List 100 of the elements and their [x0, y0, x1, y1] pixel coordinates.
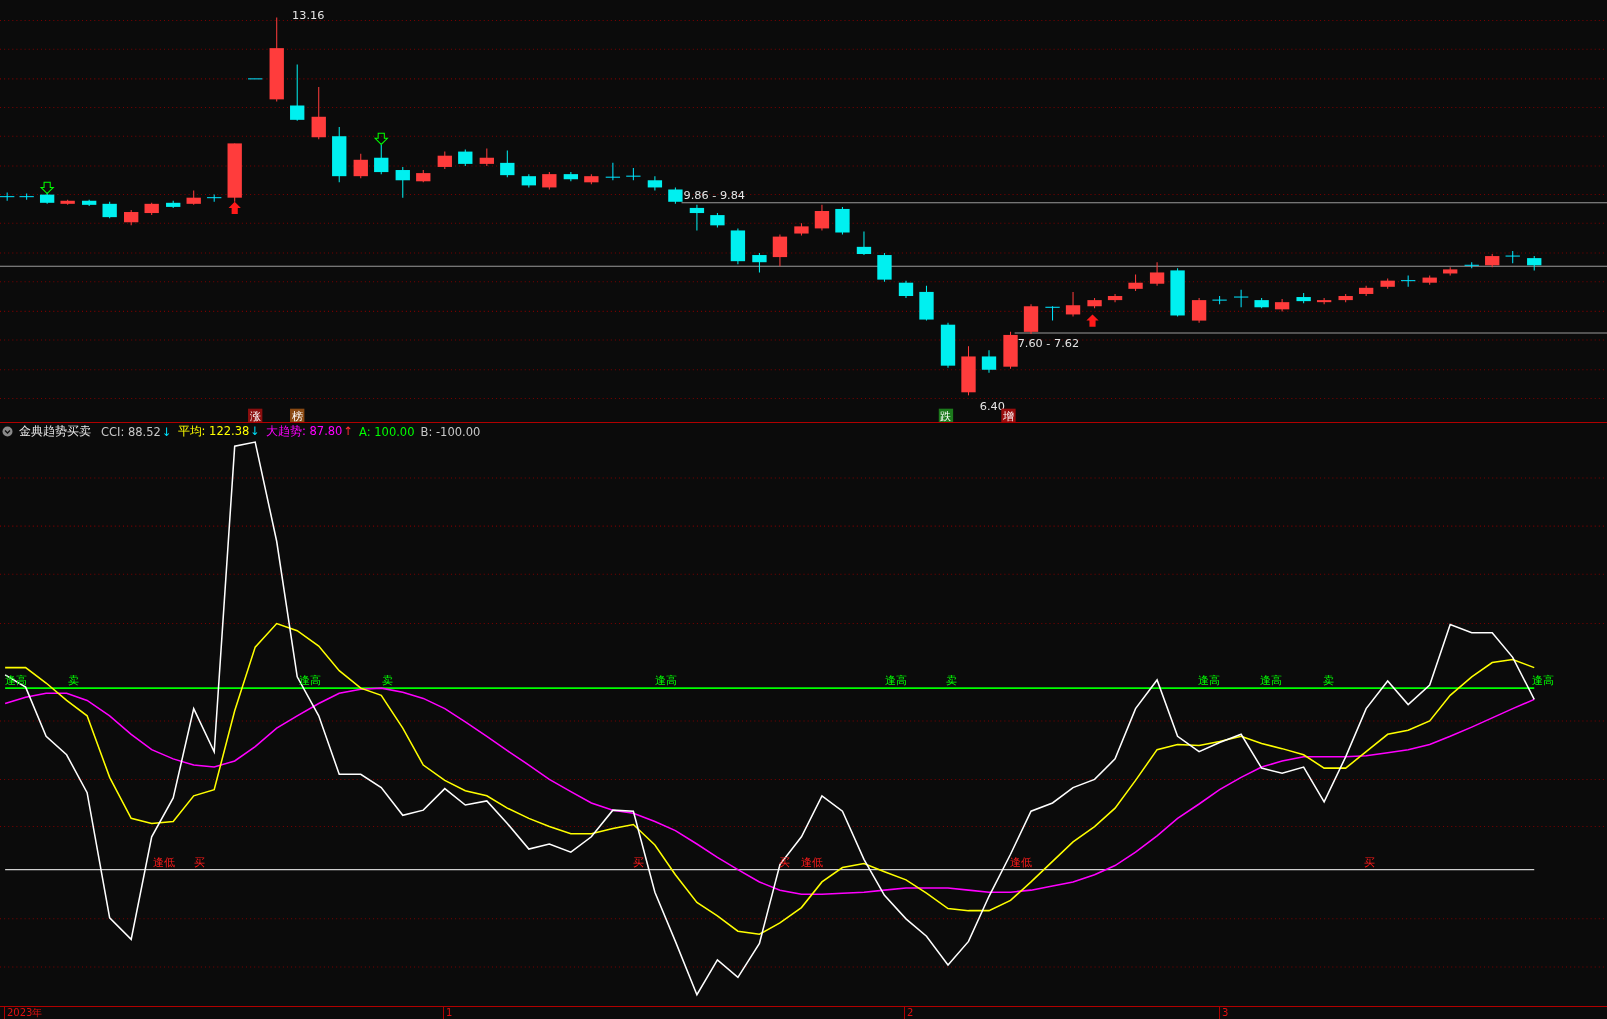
down-arrow-icon — [39, 181, 55, 195]
candlestick — [689, 204, 705, 231]
candlestick — [1170, 267, 1185, 317]
candlestick — [374, 143, 389, 175]
candlestick — [60, 199, 75, 206]
candlestick — [1211, 295, 1228, 305]
candlestick — [1107, 293, 1123, 303]
legend-value: 大趋势: 87.80↑ — [265, 424, 354, 439]
candlestick — [605, 162, 621, 181]
axis-label: 2023年 — [4, 1007, 43, 1019]
candlestick — [1443, 266, 1458, 277]
signal-label: 卖 — [945, 674, 957, 688]
candlestick — [1023, 303, 1039, 335]
candlestick — [919, 285, 934, 322]
price-label: 7.60 - 7.62 — [1017, 337, 1080, 351]
candlestick — [500, 150, 515, 178]
candlestick — [437, 151, 452, 170]
candlestick — [1359, 285, 1374, 297]
candlestick — [542, 171, 557, 190]
down-arrow-icon — [373, 132, 389, 146]
candlestick — [710, 212, 725, 228]
candlestick — [332, 126, 347, 183]
candlestick — [1400, 275, 1416, 288]
candlestick — [981, 349, 997, 374]
candlestick — [625, 167, 642, 181]
signal-label: 逢高 — [655, 674, 678, 688]
signal-label: 卖 — [68, 674, 80, 688]
candlestick — [82, 199, 97, 207]
candlestick — [1044, 305, 1061, 322]
candlestick — [416, 169, 431, 183]
candlestick — [856, 231, 872, 256]
signal-label: 逢高 — [1532, 674, 1555, 688]
badge: 涨 — [248, 408, 263, 423]
candlestick — [0, 192, 15, 202]
signal-label: 买 — [1363, 855, 1375, 869]
signal-label: 逢高 — [1198, 674, 1221, 688]
candlestick — [898, 280, 914, 299]
candlestick — [584, 173, 599, 185]
signal-label: 逢低 — [1009, 855, 1032, 869]
candlestick — [1505, 250, 1521, 264]
candlestick — [835, 206, 850, 236]
candlestick — [1065, 291, 1081, 317]
candlestick — [290, 64, 305, 122]
axis-label: 2 — [904, 1007, 914, 1019]
legend-value: B: -100.00 — [420, 424, 481, 439]
candlestick — [647, 175, 663, 191]
candlestick — [668, 186, 683, 205]
candlestick — [794, 222, 809, 237]
candlestick — [247, 78, 263, 80]
candlestick — [1274, 298, 1290, 312]
axis-label: 1 — [443, 1007, 453, 1019]
candlestick — [39, 192, 55, 205]
candlestick — [1254, 297, 1269, 309]
candlestick — [186, 190, 201, 206]
badge: 跌 — [938, 408, 954, 423]
candlestick — [206, 194, 222, 203]
candlestick — [1485, 253, 1500, 268]
candlestick — [227, 142, 242, 203]
dropdown-icon[interactable] — [2, 426, 13, 437]
candlestick — [1422, 275, 1437, 286]
legend-value: CCI: 88.52↓ — [101, 424, 172, 439]
candlestick — [877, 252, 892, 283]
legend-value: 平均: 122.38↓ — [177, 424, 260, 439]
signal-label: 逢高 — [298, 674, 321, 688]
candlestick — [961, 345, 976, 396]
badge: 榜 — [290, 408, 305, 423]
candlestick — [1003, 331, 1018, 370]
signal-label: 逢低 — [153, 855, 175, 869]
candlestick — [1296, 292, 1311, 304]
signal-label: 逢高 — [1259, 674, 1282, 688]
signal-label: 逢高 — [5, 674, 28, 688]
candlestick — [730, 227, 746, 265]
signal-label: 卖 — [1322, 674, 1334, 688]
candlestick — [1464, 261, 1480, 269]
candlestick — [1338, 293, 1353, 303]
legend-value: A: 100.00 — [359, 424, 415, 439]
candlestick — [395, 166, 410, 199]
candlestick — [311, 86, 326, 140]
candlestick — [479, 148, 494, 167]
candlestick — [102, 201, 117, 219]
signal-label: 买 — [194, 855, 206, 869]
indicator-name: 金典趋势买卖 — [19, 424, 91, 439]
candlestick — [940, 322, 956, 369]
up-arrow-icon — [1086, 314, 1099, 327]
candlestick — [458, 149, 473, 167]
candlestick — [1233, 289, 1249, 308]
candlestick — [124, 209, 139, 226]
candlestick — [1316, 297, 1332, 305]
signal-label: 逢高 — [884, 674, 907, 688]
candlestick — [353, 153, 368, 179]
price-label: 13.16 — [292, 9, 325, 23]
candlestick — [814, 204, 830, 231]
candlestick — [1149, 261, 1165, 287]
up-arrow-icon — [228, 201, 241, 215]
signal-label: 逢低 — [800, 855, 823, 869]
signal-label: 卖 — [381, 674, 393, 688]
axis-label: 3 — [1219, 1007, 1229, 1019]
candlestick — [521, 173, 536, 188]
signal-label: 买 — [633, 855, 644, 869]
price-label: 9.86 - 9.84 — [683, 188, 745, 202]
